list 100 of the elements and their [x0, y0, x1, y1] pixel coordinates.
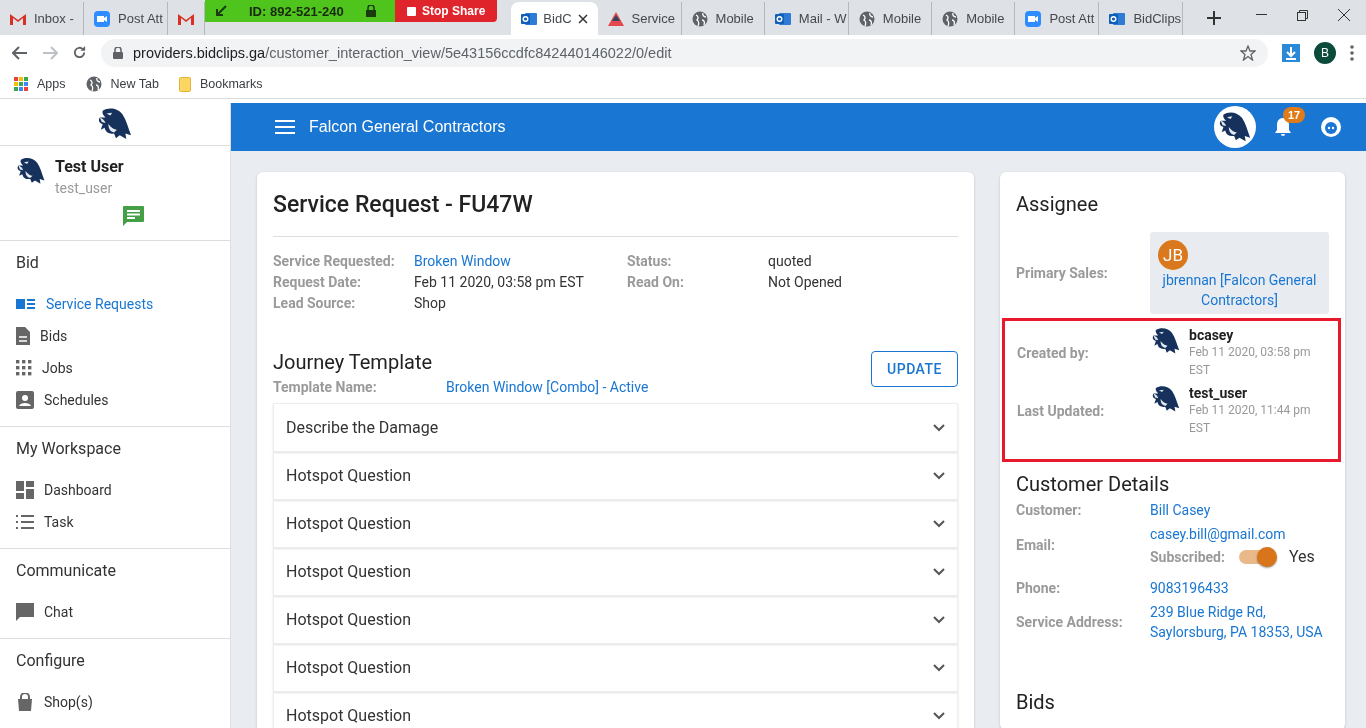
section-title: Customer Details — [1016, 472, 1171, 496]
more-icon[interactable] — [1350, 44, 1354, 61]
gmail-icon — [178, 12, 194, 25]
browser-tab[interactable]: Post Att — [84, 2, 168, 35]
section-title: Assignee — [1016, 192, 1100, 216]
globe-icon — [85, 76, 102, 92]
accordion-item[interactable]: Hotspot Question — [273, 692, 958, 728]
restore-icon[interactable] — [1297, 9, 1308, 21]
company-logo-button[interactable] — [1214, 106, 1256, 148]
bookmark-link[interactable]: Bookmarks — [178, 76, 263, 92]
profile-avatar[interactable]: B — [1314, 41, 1336, 64]
field-label: Primary Sales: — [1016, 265, 1109, 281]
accordion-item[interactable]: Hotspot Question — [273, 548, 958, 596]
user-avatar — [1151, 327, 1181, 355]
mail-app-icon — [774, 10, 791, 27]
back-icon[interactable] — [12, 45, 28, 60]
accordion-item[interactable]: Hotspot Question — [273, 500, 958, 548]
menu-icon[interactable] — [275, 120, 295, 134]
field-label: Subscribed: — [1150, 548, 1225, 565]
field-label: Created by: — [1017, 345, 1090, 361]
nav-item[interactable]: Chat — [0, 596, 230, 628]
mail-app-icon — [1109, 10, 1126, 27]
user-avatar — [1151, 385, 1181, 413]
section-title: Bid — [15, 253, 40, 274]
globe-icon — [858, 10, 875, 27]
browser-tab[interactable]: Mobile — [932, 2, 1016, 35]
browser-tab[interactable]: Mobile — [681, 2, 765, 35]
nav-item[interactable]: Task — [0, 506, 230, 538]
accordion-item[interactable]: Hotspot Question — [273, 596, 958, 644]
bookmark-link[interactable]: New Tab — [85, 76, 159, 92]
user-name: Test User — [55, 157, 124, 176]
browser-tab[interactable]: Service — [597, 2, 682, 35]
triangle-logo-icon — [607, 11, 624, 26]
browser-tab[interactable]: Mail - W — [764, 2, 849, 35]
document-icon — [16, 327, 30, 345]
initials-avatar: JB — [1158, 240, 1188, 270]
timestamp: Feb 11 2020, 11:44 pm EST — [1189, 402, 1312, 437]
field-label: Last Updated: — [1017, 403, 1106, 419]
browser-tab[interactable]: Post Att — [1015, 2, 1100, 35]
field-label: Read On: — [627, 274, 685, 291]
accordion-item[interactable]: Describe the Damage — [273, 403, 958, 452]
nav-item[interactable]: Service Requests — [0, 288, 230, 320]
subscribe-toggle[interactable] — [1238, 549, 1275, 564]
nav-item[interactable]: Jobs — [0, 352, 230, 384]
star-icon[interactable] — [1240, 44, 1256, 61]
share-arrow-icon — [215, 5, 227, 17]
update-button[interactable]: UPDATE — [871, 351, 958, 387]
bell-icon[interactable] — [1274, 117, 1292, 137]
browser-tab[interactable]: Mobile — [848, 2, 933, 35]
browser-tab[interactable]: BidC — [511, 2, 598, 35]
lock-icon — [365, 5, 376, 17]
grid-icon — [16, 360, 32, 376]
close-icon[interactable] — [1338, 9, 1350, 21]
nav-item[interactable]: Shop(s) — [0, 686, 230, 718]
field-label: Status: — [627, 253, 673, 270]
plus-icon[interactable] — [1207, 11, 1222, 25]
page-title: Service Request - FU47W — [273, 191, 534, 218]
field-label: Request Date: — [273, 274, 363, 291]
field-label: Lead Source: — [273, 295, 357, 312]
face-icon[interactable] — [1320, 116, 1342, 138]
field-label: Email: — [1016, 537, 1056, 553]
nav-item[interactable]: Schedules — [0, 384, 230, 416]
message-icon[interactable] — [123, 206, 144, 226]
field-link[interactable]: Broken Window — [414, 253, 627, 270]
list-card-icon — [16, 298, 36, 310]
close-icon[interactable] — [577, 13, 588, 24]
chevron-down-icon — [933, 519, 945, 528]
browser-tab[interactable]: Inbox - — [0, 2, 84, 35]
section-title: Communicate — [15, 561, 117, 582]
browser-tab[interactable]: BidClips — [1099, 2, 1184, 35]
field-value: Shop — [414, 295, 447, 312]
user-name: test_user — [1189, 385, 1249, 401]
nav-item[interactable]: Dashboard — [0, 474, 230, 506]
address-bar[interactable]: providers.bidclips.ga/customer_interaction_view/5e43156ccdfc842440146022/0/edit — [101, 38, 1268, 67]
bird-logo — [96, 107, 134, 141]
assignee-link[interactable]: jbrennan [Falcon General Contractors] — [1158, 270, 1321, 310]
download-icon[interactable] — [1282, 43, 1300, 62]
minimize-icon[interactable] — [1256, 14, 1267, 16]
accordion-item[interactable]: Hotspot Question — [273, 644, 958, 692]
field-label: Service Address: — [1016, 614, 1124, 630]
customer-link[interactable]: Bill Casey — [1150, 502, 1329, 518]
notification-count: 17 — [1283, 107, 1306, 123]
stop-share-button[interactable]: Stop Share — [395, 0, 498, 22]
reload-icon[interactable] — [72, 45, 87, 60]
list-icon — [16, 515, 34, 529]
globe-icon — [691, 10, 708, 27]
address-link[interactable]: 239 Blue Ridge Rd, Saylorsburg, PA 18353, USA — [1150, 602, 1329, 642]
accordion-item[interactable]: Hotspot Question — [273, 452, 958, 500]
video-icon — [1025, 10, 1042, 27]
bookmark-link[interactable]: Apps — [14, 77, 66, 91]
section-title: Journey Template — [273, 350, 433, 374]
field-value: Not Opened — [768, 274, 843, 291]
chevron-down-icon — [933, 567, 945, 576]
url-text: providers.bidclips.ga/customer_interaction_view/5e43156ccdfc842440146022/0/edit — [133, 44, 672, 61]
chevron-down-icon — [933, 663, 945, 672]
email-link[interactable]: casey.bill@gmail.com — [1150, 526, 1286, 542]
chevron-down-icon — [933, 615, 945, 624]
phone-link[interactable]: 9083196433 — [1150, 580, 1329, 596]
nav-item[interactable]: Bids — [0, 320, 230, 352]
field-label: Customer: — [1016, 502, 1083, 518]
